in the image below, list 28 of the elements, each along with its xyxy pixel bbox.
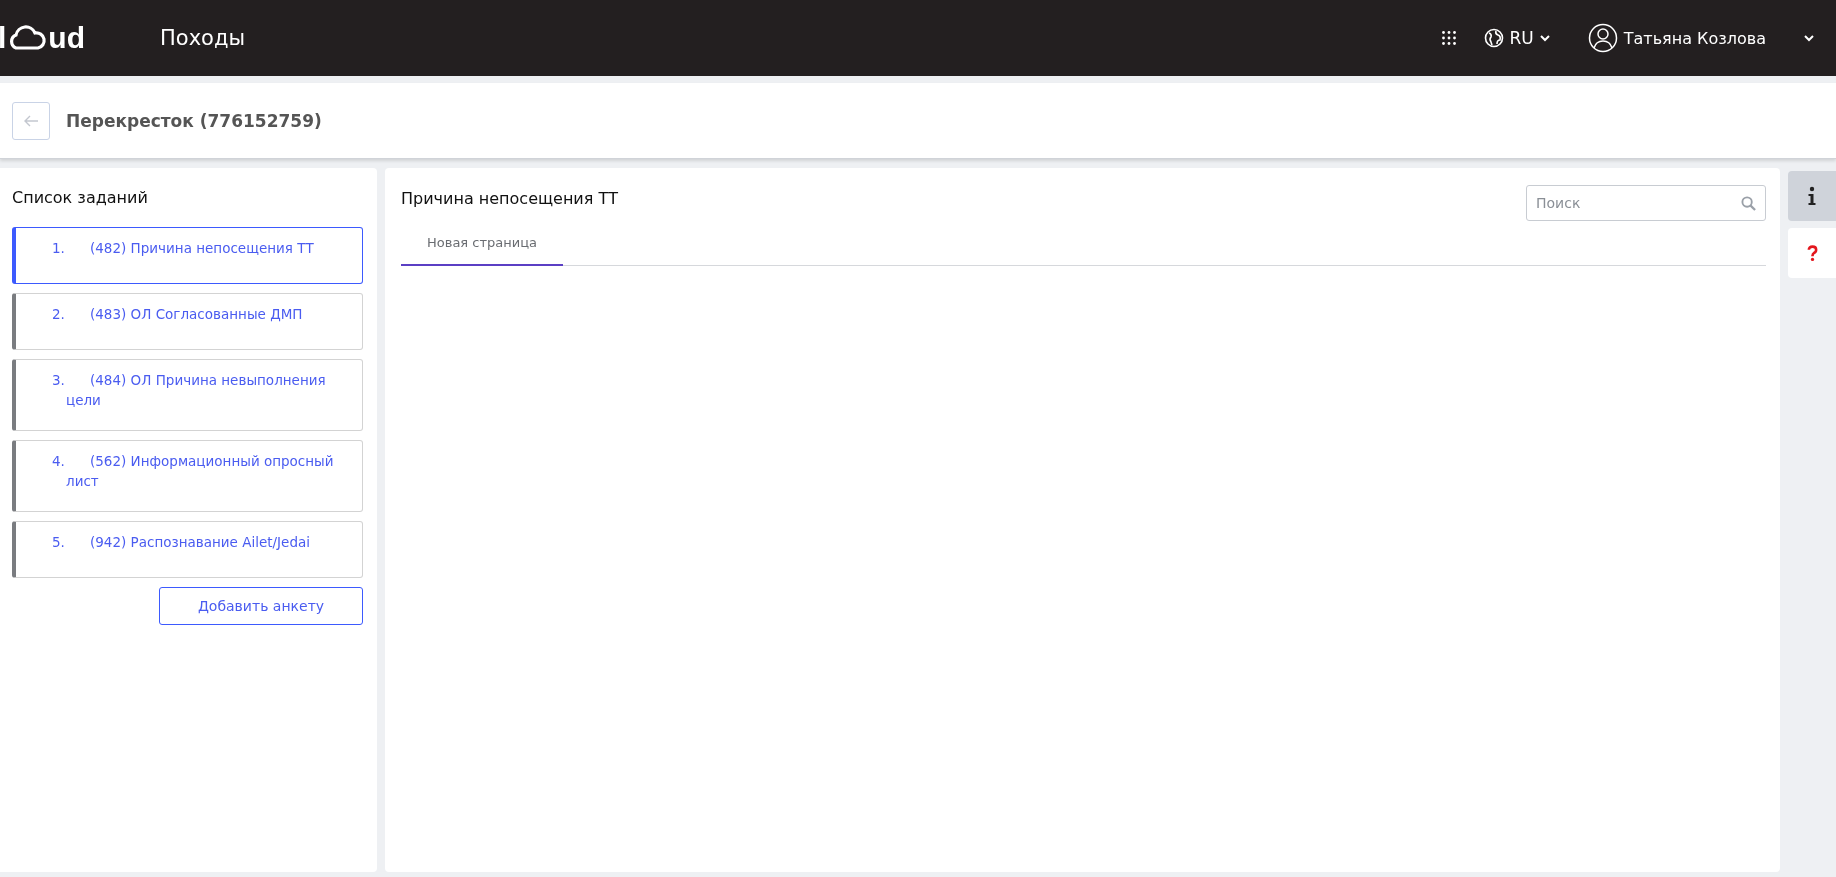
- add-survey-button[interactable]: Добавить анкету: [159, 587, 363, 625]
- user-menu[interactable]: Татьяна Козлова: [1587, 23, 1766, 53]
- task-item[interactable]: 3. (484) ОЛ Причина невыполнения цели: [12, 359, 363, 431]
- info-icon: [1807, 186, 1817, 206]
- app-title: Походы: [160, 26, 245, 50]
- arrow-left-icon: [23, 114, 39, 127]
- panel-title: Список заданий: [12, 188, 149, 207]
- page-tab[interactable]: Новая страница: [401, 225, 563, 266]
- search-field[interactable]: Поиск: [1526, 185, 1766, 221]
- apps-grid-icon[interactable]: [1441, 31, 1456, 45]
- chevron-down-icon: [1539, 34, 1550, 42]
- task-item[interactable]: 2. (483) ОЛ Согласованные ДМП: [12, 293, 363, 350]
- logo-text: ud: [48, 23, 85, 53]
- panel-title: Причина непосещения ТТ: [401, 189, 618, 208]
- user-avatar-icon: [1587, 23, 1618, 53]
- task-item[interactable]: 4. (562) Информационный опросный лист: [12, 440, 363, 512]
- logo-text: l: [0, 23, 7, 53]
- search-icon: [1741, 196, 1756, 211]
- task-item[interactable]: 5. (942) Распознавание Ailet/Jedai: [12, 521, 363, 578]
- language-selector[interactable]: RU: [1483, 28, 1550, 48]
- cloud-logo-icon: [7, 25, 48, 51]
- question-mark-icon: [1806, 244, 1818, 262]
- globe-icon: [1483, 28, 1504, 48]
- help-tab[interactable]: [1788, 228, 1836, 278]
- task-item[interactable]: 1. (482) Причина непосещения ТТ: [12, 227, 363, 284]
- info-tab[interactable]: [1788, 171, 1836, 221]
- chevron-down-icon[interactable]: [1804, 34, 1814, 42]
- store-title: Перекресток (776152759): [66, 110, 322, 131]
